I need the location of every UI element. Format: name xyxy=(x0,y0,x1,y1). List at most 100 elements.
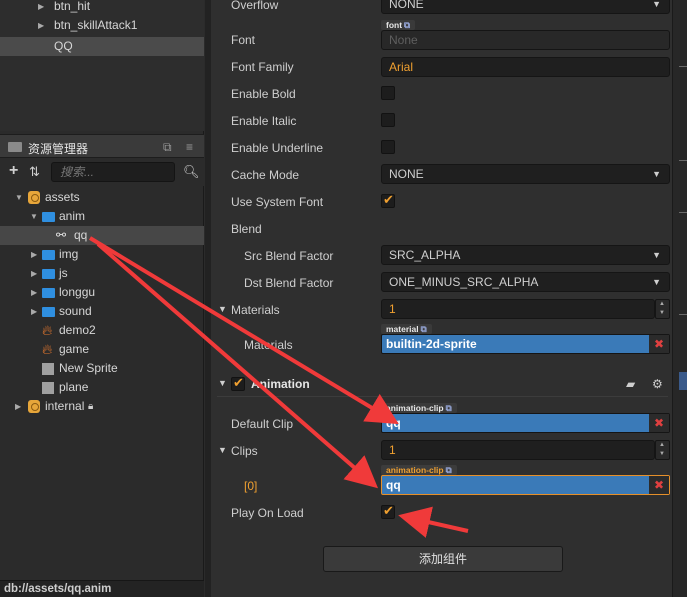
tree-item-longgu[interactable]: ▶ longgu xyxy=(0,283,204,302)
search-input[interactable]: 搜索... xyxy=(51,162,175,182)
tree-item-new-sprite[interactable]: New Sprite xyxy=(0,359,204,378)
clip0-asset-field[interactable]: qq ✖ xyxy=(381,475,670,495)
use-system-font-checkbox[interactable] xyxy=(381,192,395,208)
tree-item-label: longgu xyxy=(59,285,96,299)
left-column: ▶ btn_hit ▶ btn_skillAttack1 QQ 资源管理器 ⧉ … xyxy=(0,0,204,597)
tree-item-label: js xyxy=(59,266,68,280)
hierarchy-item-label: btn_hit xyxy=(54,0,91,13)
expand-triangle-icon[interactable]: ▶ xyxy=(31,245,37,264)
font-family-input[interactable]: Arial xyxy=(381,57,670,77)
tree-item-demo2[interactable]: 🔥︎ demo2 xyxy=(0,321,204,340)
popout-icon[interactable]: ⧉ xyxy=(163,140,172,155)
tree-item-game[interactable]: 🔥︎ game xyxy=(0,340,204,359)
expand-triangle-icon[interactable]: ▶ xyxy=(38,16,44,35)
add-asset-icon[interactable]: + xyxy=(9,162,18,180)
expand-triangle-icon[interactable]: ▶ xyxy=(38,0,44,16)
font-family-label: Font Family xyxy=(231,60,294,74)
expand-triangle-icon[interactable]: ▶ xyxy=(15,397,21,416)
clips-label: Clips xyxy=(231,444,258,458)
tree-item-plane[interactable]: plane xyxy=(0,378,204,397)
expand-triangle-icon[interactable]: ▶ xyxy=(31,302,37,321)
divider xyxy=(679,160,687,161)
add-component-button[interactable]: 添加组件 xyxy=(323,546,563,572)
tree-item-internal[interactable]: ▶ internal 🔒︎ xyxy=(0,397,204,416)
collapse-triangle-icon[interactable]: ▼ xyxy=(218,304,227,314)
materials-count-stepper[interactable]: ▲ ▼ xyxy=(655,299,670,319)
stepper-down-icon[interactable]: ▼ xyxy=(659,451,665,457)
divider xyxy=(679,314,687,315)
materials-label: Materials xyxy=(231,303,280,317)
stepper-down-icon[interactable]: ▼ xyxy=(659,310,665,316)
clips-count-stepper[interactable]: ▲ ▼ xyxy=(655,440,670,460)
collapse-triangle-icon[interactable]: ▼ xyxy=(15,188,23,207)
font-label: Font xyxy=(231,33,256,47)
link-icon: ⧉ xyxy=(420,324,427,334)
dst-blend-select[interactable]: ONE_MINUS_SRC_ALPHA xyxy=(381,272,670,292)
tree-item-qq[interactable]: ⚯ qq xyxy=(0,226,204,245)
src-blend-select[interactable]: SRC_ALPHA xyxy=(381,245,670,265)
collapse-triangle-icon[interactable]: ▼ xyxy=(218,378,227,388)
gear-icon[interactable]: ⚙ xyxy=(652,377,663,391)
src-blend-label: Src Blend Factor xyxy=(244,249,334,263)
overflow-select[interactable]: NONE xyxy=(381,0,670,14)
tree-item-anim[interactable]: ▼ anim xyxy=(0,207,204,226)
help-book-icon[interactable]: ▰ xyxy=(626,377,635,391)
tree-item-img[interactable]: ▶ img xyxy=(0,245,204,264)
tree-item-label: qq xyxy=(74,228,88,242)
play-on-load-label: Play On Load xyxy=(231,506,304,520)
clear-icon[interactable]: ✖ xyxy=(649,335,669,353)
stepper-up-icon[interactable]: ▲ xyxy=(659,442,665,448)
menu-icon[interactable]: ≡ xyxy=(186,140,193,154)
use-system-font-label: Use System Font xyxy=(231,195,324,209)
tree-item-label: game xyxy=(59,342,90,356)
enable-underline-checkbox[interactable] xyxy=(381,140,395,154)
hierarchy-item[interactable]: ▶ btn_hit xyxy=(0,0,204,16)
tree-item-label: New Sprite xyxy=(59,361,118,375)
expand-triangle-icon[interactable]: ▶ xyxy=(31,264,37,283)
animation-enabled-checkbox[interactable] xyxy=(231,375,245,391)
font-asset-field[interactable]: None xyxy=(381,30,670,50)
scene-panel-edge xyxy=(672,0,687,597)
link-icon: ⧉ xyxy=(445,403,452,413)
expand-triangle-icon[interactable]: ▶ xyxy=(31,283,37,302)
folder-icon xyxy=(42,307,55,317)
default-clip-label: Default Clip xyxy=(231,417,294,431)
material-asset-field[interactable]: builtin-2d-sprite ✖ xyxy=(381,334,670,354)
divider xyxy=(679,66,687,67)
collapse-triangle-icon[interactable]: ▼ xyxy=(218,445,227,455)
tree-item-label: demo2 xyxy=(59,323,96,337)
database-icon xyxy=(28,191,40,204)
tree-item-js[interactable]: ▶ js xyxy=(0,264,204,283)
clip-index-label: [0] xyxy=(244,479,258,493)
animation-component-title: Animation xyxy=(251,377,310,391)
animation-component-header[interactable]: ▼ Animation ▰ ⚙ xyxy=(217,373,668,397)
tree-item-label: anim xyxy=(59,209,86,223)
tree-item-label: assets xyxy=(45,190,80,204)
database-icon xyxy=(28,400,40,413)
clear-icon[interactable]: ✖ xyxy=(649,476,669,494)
clips-count-input[interactable]: 1 xyxy=(381,440,655,460)
enable-bold-checkbox[interactable] xyxy=(381,86,395,100)
materials-count-input[interactable]: 1 xyxy=(381,299,655,319)
tree-item-assets[interactable]: ▼ assets xyxy=(0,188,204,207)
default-clip-asset-field[interactable]: qq ✖ xyxy=(381,413,670,433)
prefab-icon xyxy=(42,363,54,375)
folder-icon xyxy=(42,250,55,260)
link-icon: ⧉ xyxy=(404,20,411,30)
sort-icon[interactable]: ⇅ xyxy=(29,164,40,180)
lock-icon: 🔒︎ xyxy=(88,401,94,412)
tree-item-label: img xyxy=(59,247,79,261)
hierarchy-item[interactable]: ▶ btn_skillAttack1 xyxy=(0,16,204,35)
hierarchy-item-label: btn_skillAttack1 xyxy=(54,18,138,32)
play-on-load-checkbox[interactable] xyxy=(381,503,395,519)
search-icon[interactable]: 🔍︎ xyxy=(183,164,200,180)
collapse-triangle-icon[interactable]: ▼ xyxy=(30,207,38,226)
enable-italic-checkbox[interactable] xyxy=(381,113,395,127)
divider xyxy=(679,212,687,213)
cache-mode-select[interactable]: NONE xyxy=(381,164,670,184)
tree-item-sound[interactable]: ▶ sound xyxy=(0,302,204,321)
tag-text: animation-clip xyxy=(386,465,444,475)
hierarchy-item-selected[interactable]: QQ xyxy=(0,37,204,56)
stepper-up-icon[interactable]: ▲ xyxy=(659,301,665,307)
clear-icon[interactable]: ✖ xyxy=(649,414,669,432)
